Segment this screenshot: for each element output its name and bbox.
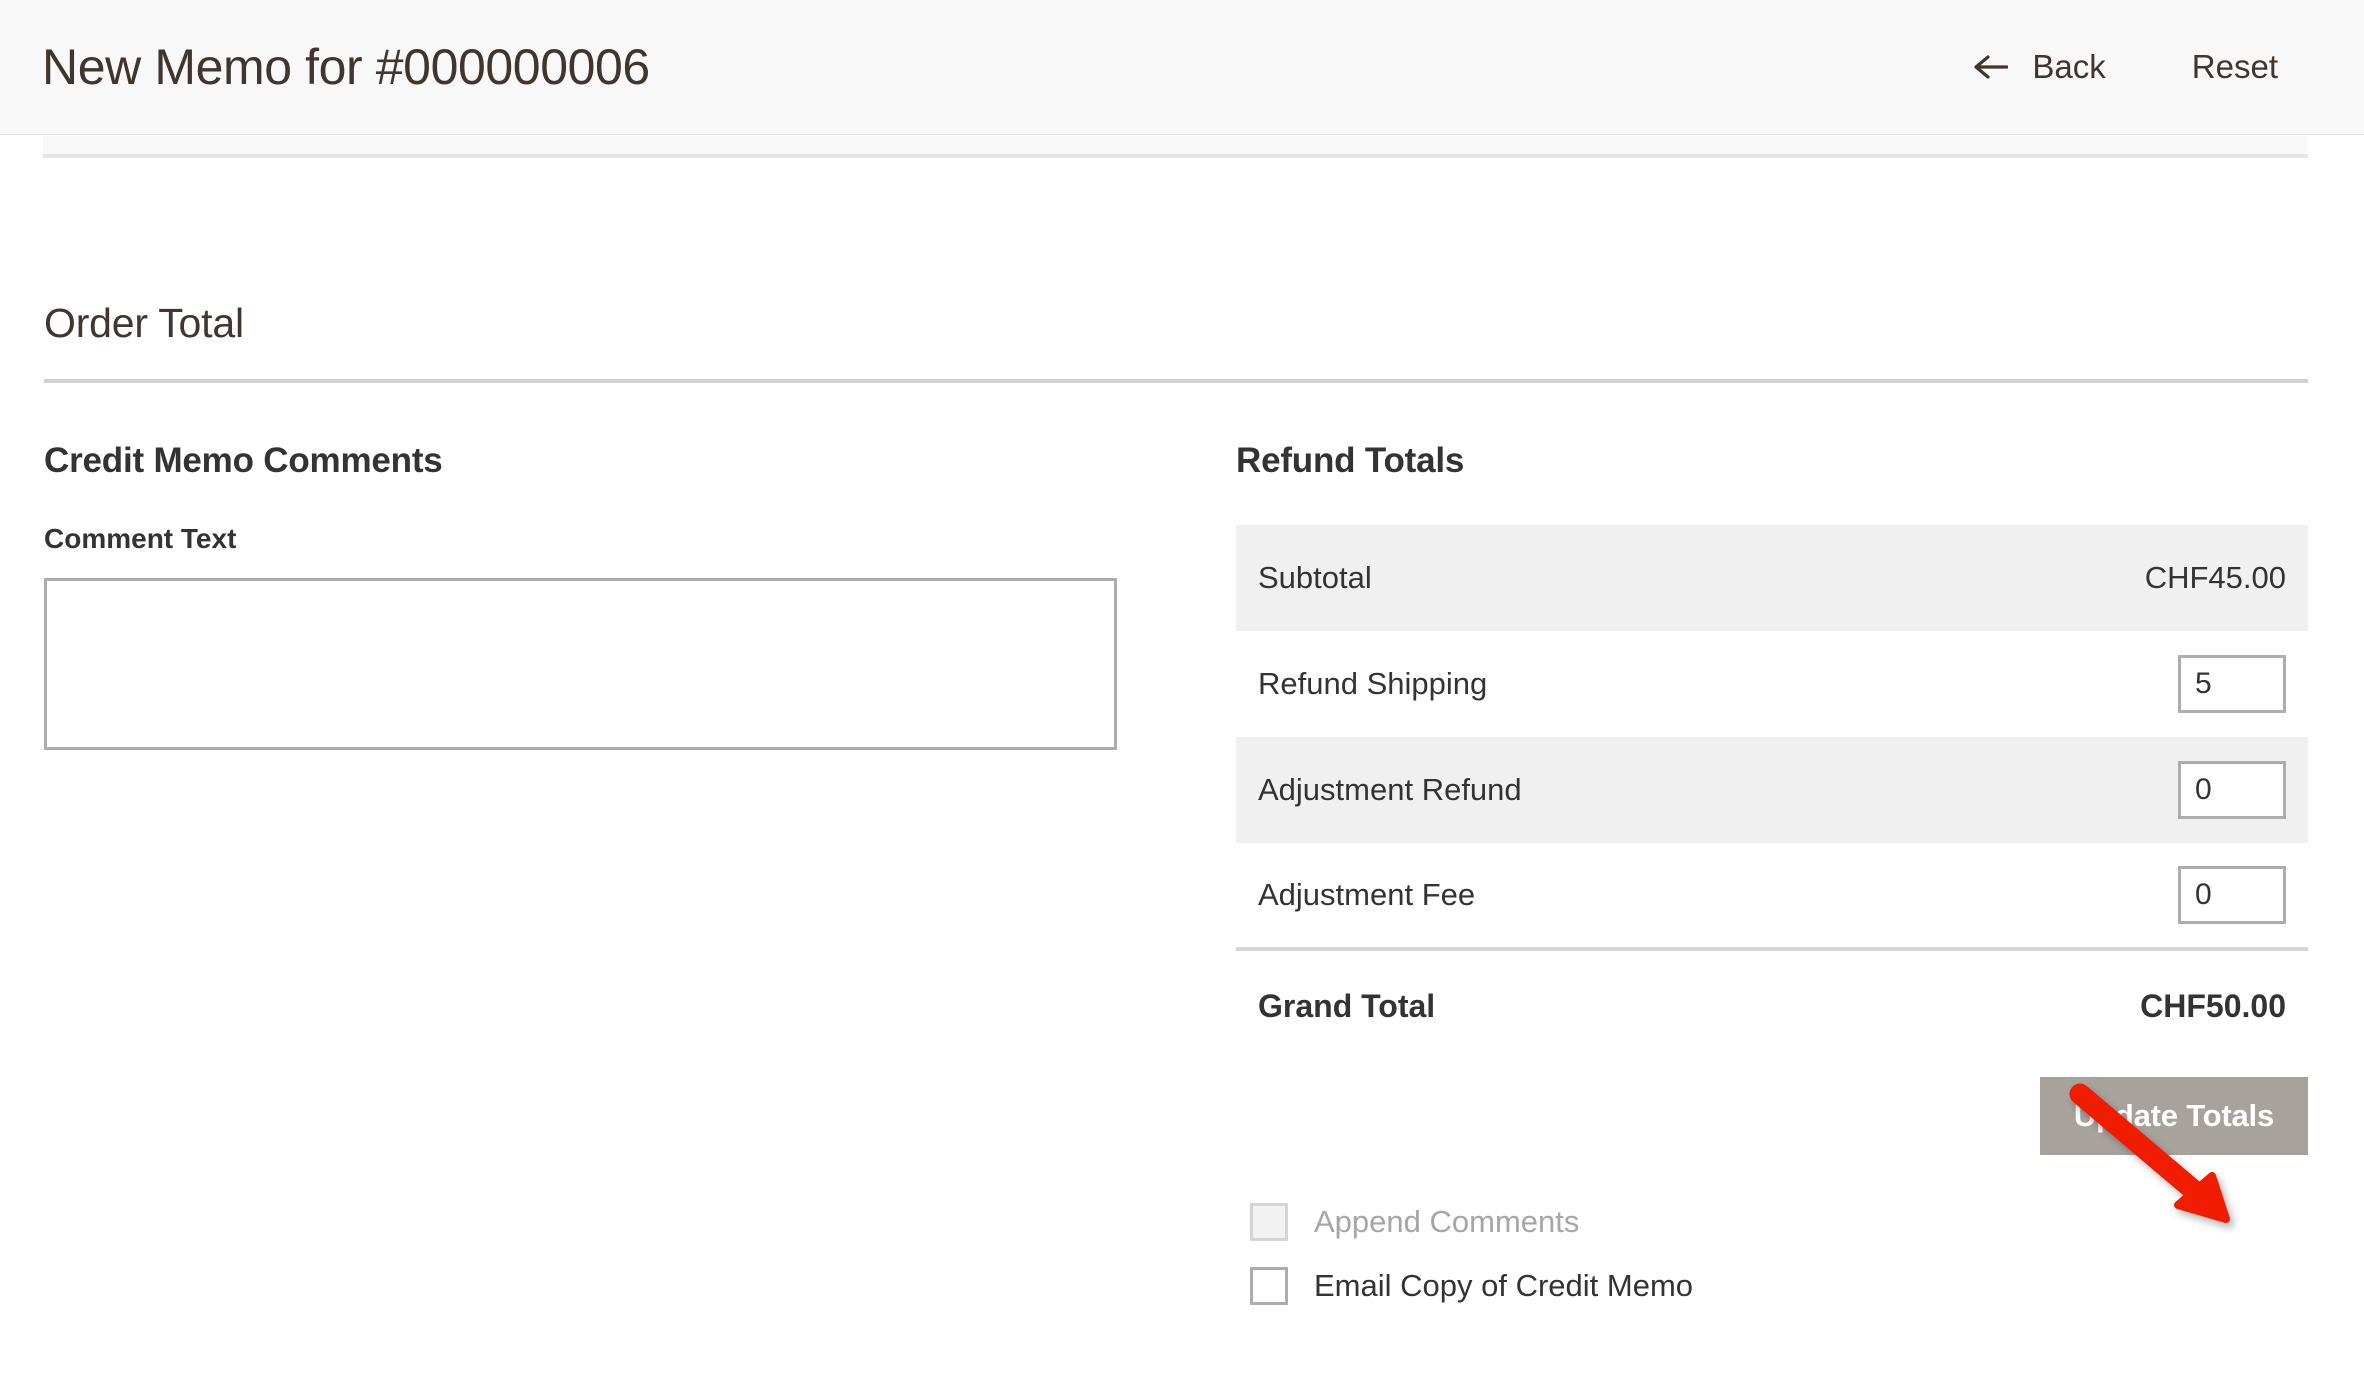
- update-totals-button[interactable]: Update Totals: [2040, 1077, 2308, 1155]
- back-button[interactable]: Back: [1974, 48, 2105, 86]
- comment-text-label: Comment Text: [44, 523, 1164, 555]
- grand-total-value: CHF50.00: [1911, 949, 2308, 1055]
- email-copy-label: Email Copy of Credit Memo: [1314, 1268, 1693, 1304]
- row-value: [1911, 631, 2308, 737]
- adjustment-refund-input[interactable]: [2178, 761, 2286, 819]
- refund-totals-heading: Refund Totals: [1236, 441, 2308, 481]
- table-row: Adjustment Refund: [1236, 737, 2308, 843]
- arrow-left-icon: [1974, 52, 2008, 82]
- append-comments-row[interactable]: Append Comments: [1250, 1203, 2308, 1241]
- table-row: Subtotal CHF45.00: [1236, 525, 2308, 631]
- options-group: Append Comments Email Copy of Credit Mem…: [1236, 1203, 2308, 1305]
- email-copy-row[interactable]: Email Copy of Credit Memo: [1250, 1267, 2308, 1305]
- row-label: Subtotal: [1236, 525, 1911, 631]
- table-row: Adjustment Fee: [1236, 843, 2308, 949]
- grand-total-label: Grand Total: [1236, 949, 1911, 1055]
- row-value: [1911, 843, 2308, 949]
- row-label: Adjustment Fee: [1236, 843, 1911, 949]
- row-value: CHF45.00: [1911, 525, 2308, 631]
- append-comments-checkbox[interactable]: [1250, 1203, 1288, 1241]
- page-title: New Memo for #000000006: [42, 38, 650, 96]
- refund-totals-panel: Refund Totals Subtotal CHF45.00 Refund S…: [1236, 441, 2308, 1331]
- order-total-section-title: Order Total: [44, 300, 2308, 383]
- refund-shipping-input[interactable]: [2178, 655, 2286, 713]
- header-sub-bar: [43, 136, 2308, 158]
- row-value: [1911, 737, 2308, 843]
- row-label: Refund Shipping: [1236, 631, 1911, 737]
- reset-label: Reset: [2192, 48, 2278, 86]
- credit-memo-comments-heading: Credit Memo Comments: [44, 441, 1164, 481]
- refund-totals-table: Subtotal CHF45.00 Refund Shipping Adjust…: [1236, 525, 2308, 1055]
- page-header: New Memo for #000000006 Back Reset: [0, 0, 2364, 135]
- grand-total-row: Grand Total CHF50.00: [1236, 949, 2308, 1055]
- back-label: Back: [2032, 48, 2105, 86]
- page-content: Order Total Credit Memo Comments Comment…: [0, 170, 2364, 383]
- append-comments-label: Append Comments: [1314, 1204, 1579, 1240]
- comment-text-input[interactable]: [44, 578, 1117, 750]
- header-actions: Back Reset: [1974, 48, 2316, 86]
- adjustment-fee-input[interactable]: [2178, 866, 2286, 924]
- credit-memo-page: New Memo for #000000006 Back Reset Order…: [0, 0, 2364, 1386]
- reset-button[interactable]: Reset: [2192, 48, 2278, 86]
- email-copy-checkbox[interactable]: [1250, 1267, 1288, 1305]
- row-label: Adjustment Refund: [1236, 737, 1911, 843]
- table-row: Refund Shipping: [1236, 631, 2308, 737]
- credit-memo-comments-panel: Credit Memo Comments Comment Text: [44, 441, 1164, 750]
- update-totals-row: Update Totals: [1236, 1077, 2308, 1155]
